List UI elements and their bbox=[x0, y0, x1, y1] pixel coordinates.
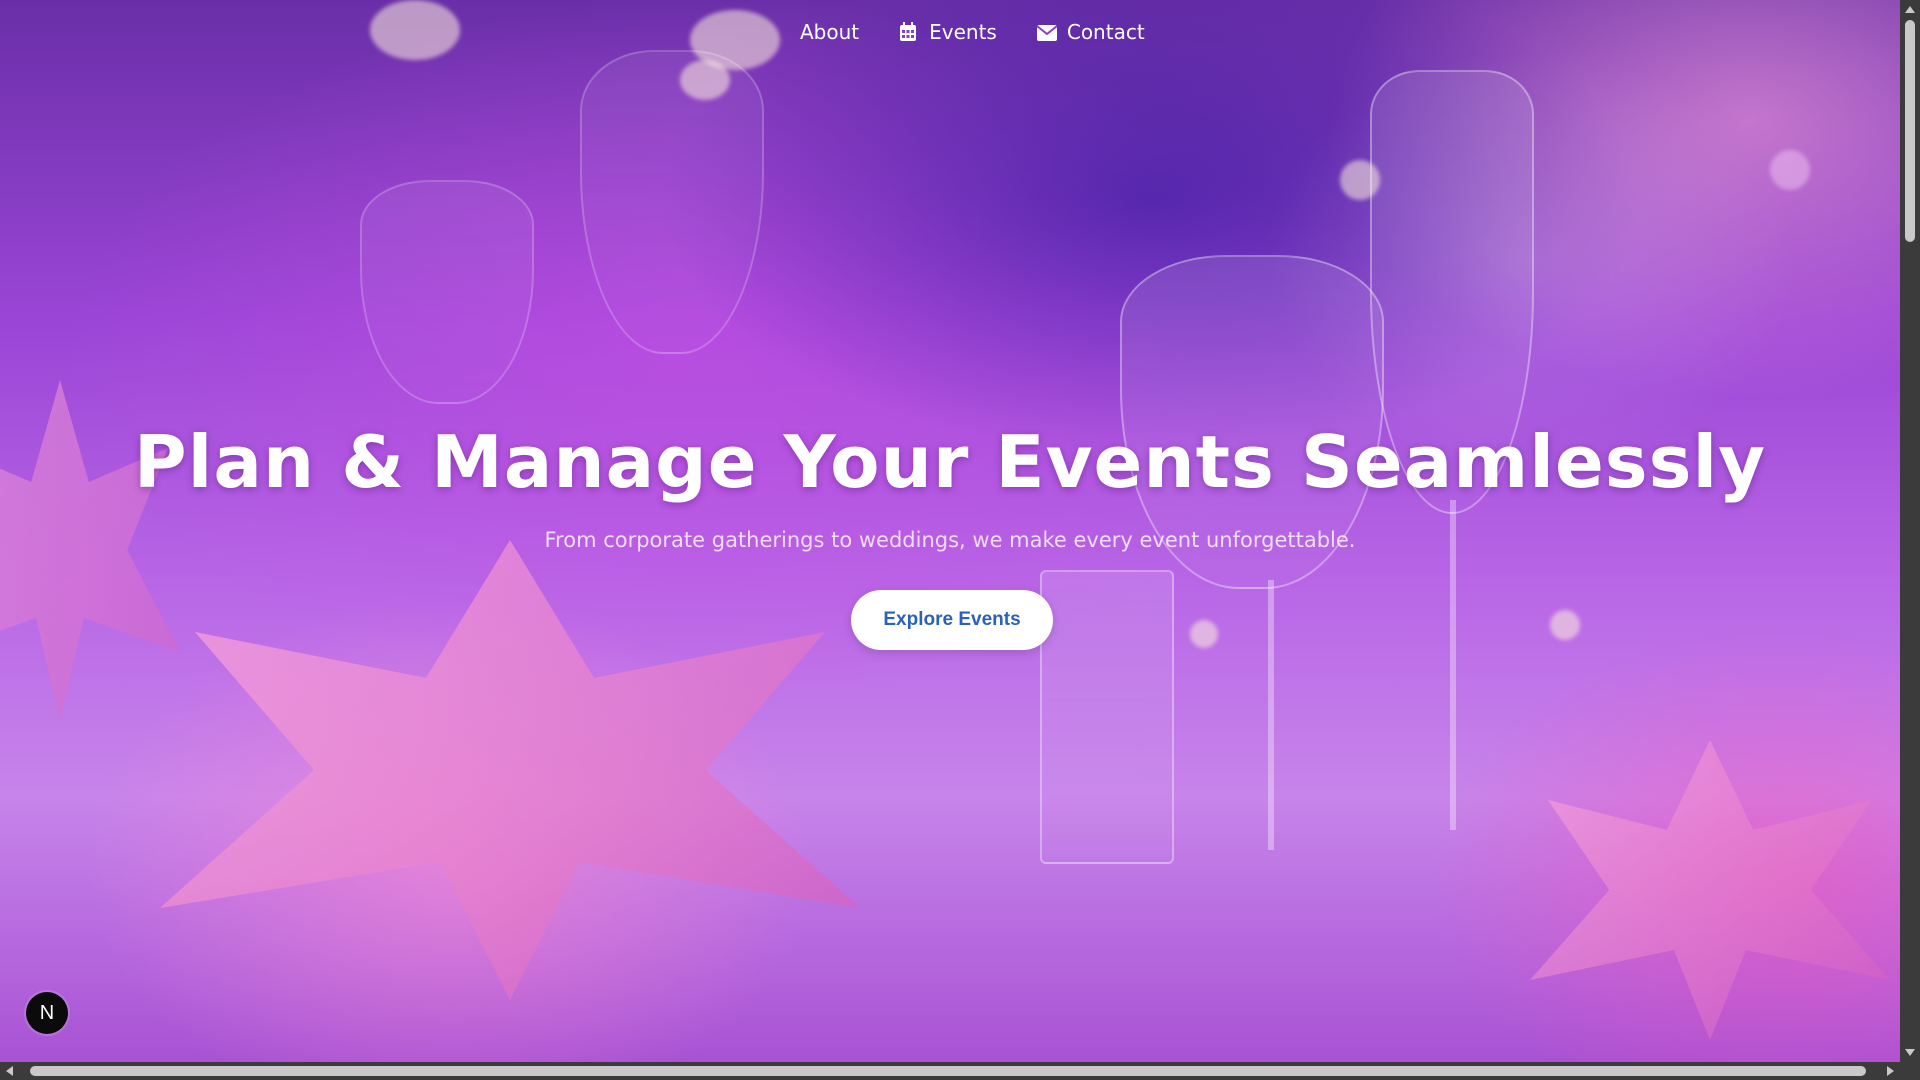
nav-item-about[interactable]: About bbox=[800, 20, 859, 44]
bokeh-light bbox=[370, 0, 460, 60]
nextjs-dev-badge[interactable]: N bbox=[26, 992, 68, 1034]
wine-glass bbox=[360, 180, 534, 404]
top-nav: About Events Contact bbox=[800, 20, 1145, 44]
folded-napkin bbox=[160, 540, 860, 1000]
scrollbar-thumb[interactable] bbox=[30, 1066, 1866, 1076]
scroll-left-icon[interactable] bbox=[6, 1066, 13, 1076]
hero-title: Plan & Manage Your Events Seamlessly bbox=[133, 420, 1767, 504]
bokeh-light bbox=[1190, 620, 1218, 648]
wine-glass bbox=[580, 50, 764, 354]
scroll-up-icon[interactable] bbox=[1905, 6, 1915, 13]
glass-stem bbox=[1268, 580, 1274, 850]
bokeh-light bbox=[1550, 610, 1580, 640]
scroll-right-icon[interactable] bbox=[1887, 1066, 1894, 1076]
scrollbar-thumb[interactable] bbox=[1905, 20, 1915, 242]
horizontal-scrollbar[interactable] bbox=[0, 1062, 1900, 1080]
nav-item-label: Contact bbox=[1066, 20, 1145, 44]
nav-item-label: About bbox=[800, 20, 860, 44]
nextjs-icon: N bbox=[39, 1001, 55, 1024]
bokeh-light bbox=[1770, 150, 1810, 190]
nav-item-contact[interactable]: Contact bbox=[1036, 20, 1145, 44]
hero-subtitle: From corporate gatherings to weddings, w… bbox=[544, 528, 1356, 552]
shot-glass bbox=[1040, 570, 1174, 864]
vertical-scrollbar[interactable] bbox=[1900, 0, 1920, 1062]
explore-events-button[interactable]: Explore Events bbox=[851, 590, 1053, 650]
scroll-down-icon[interactable] bbox=[1905, 1049, 1915, 1056]
nav-item-events[interactable]: Events bbox=[899, 20, 997, 44]
hero-section: About Events Contact Plan & Manage Your … bbox=[0, 0, 1900, 1062]
scrollbar-corner bbox=[1900, 1062, 1920, 1080]
nav-item-label: Events bbox=[929, 20, 997, 44]
envelope-icon bbox=[1036, 22, 1058, 42]
calendar-icon bbox=[899, 22, 919, 42]
folded-napkin bbox=[1530, 740, 1890, 1040]
